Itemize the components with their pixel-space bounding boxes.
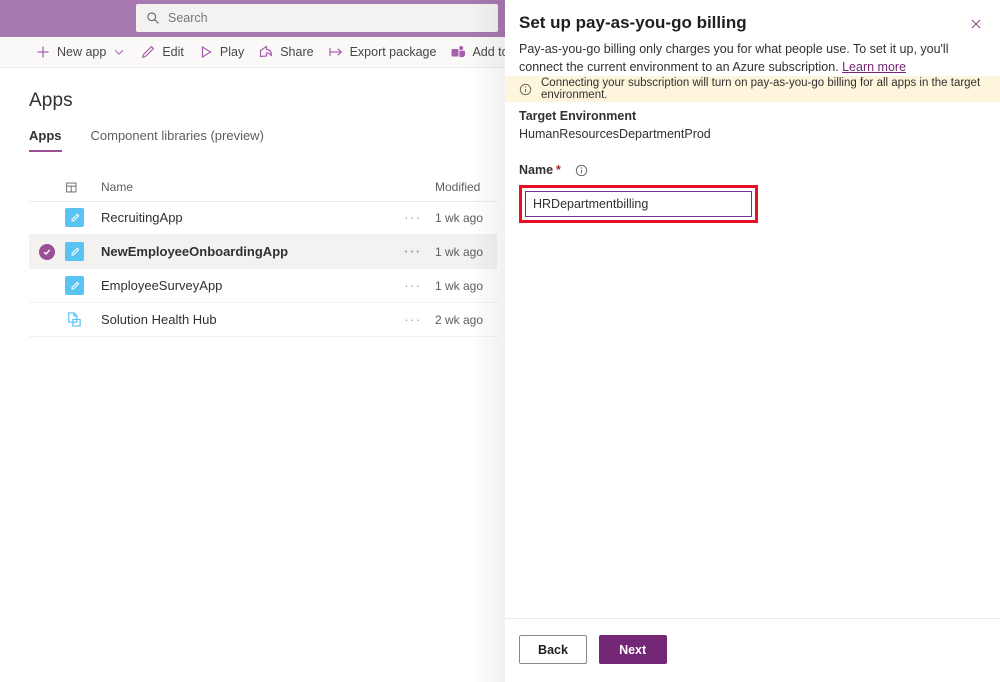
row-name[interactable]: RecruitingApp [95, 210, 391, 225]
export-package-button[interactable]: Export package [321, 37, 444, 67]
row-overflow-menu[interactable]: ··· [391, 210, 435, 225]
column-header-name[interactable]: Name [95, 180, 391, 194]
table-row[interactable]: EmployeeSurveyApp ··· 1 wk ago [29, 269, 497, 303]
row-overflow-menu[interactable]: ··· [391, 244, 435, 259]
next-button[interactable]: Next [599, 635, 667, 664]
name-field-highlight-annotation [519, 185, 758, 223]
row-modified: 1 wk ago [435, 279, 497, 293]
check-circle-icon [39, 244, 55, 260]
apps-list: RecruitingApp ··· 1 wk ago NewEmployeeOn… [29, 201, 497, 337]
new-app-label: New app [57, 45, 106, 59]
panel-form: Target Environment HumanResourcesDepartm… [505, 102, 1000, 618]
pencil-icon [140, 44, 156, 60]
add-to-teams-label: Add to Teams [472, 45, 505, 59]
new-app-button[interactable]: New app [28, 37, 133, 67]
canvas-app-icon [65, 208, 84, 227]
model-app-icon [65, 310, 84, 329]
row-modified: 1 wk ago [435, 211, 497, 225]
export-package-label: Export package [350, 45, 437, 59]
power-apps-maker-portal: New app Edit Play Share [0, 0, 505, 682]
target-environment-label: Target Environment [519, 109, 986, 123]
share-button[interactable]: Share [251, 37, 320, 67]
edit-button[interactable]: Edit [133, 37, 191, 67]
column-header-modified[interactable]: Modified [435, 180, 497, 194]
table-icon [65, 181, 95, 194]
global-search-box[interactable] [136, 4, 498, 32]
table-row[interactable]: NewEmployeeOnboardingApp ··· 1 wk ago [29, 235, 497, 269]
panel-header: Set up pay-as-you-go billing Pay-as-you-… [505, 0, 1000, 76]
teams-icon [450, 44, 466, 60]
apps-command-toolbar: New app Edit Play Share [0, 37, 505, 68]
close-icon[interactable] [964, 12, 988, 36]
canvas-app-icon [65, 242, 84, 261]
row-select-checkbox[interactable] [29, 244, 65, 260]
back-button[interactable]: Back [519, 635, 587, 664]
row-name[interactable]: EmployeeSurveyApp [95, 278, 391, 293]
tab-apps-label: Apps [29, 128, 62, 143]
play-icon [198, 44, 214, 60]
panel-footer: Back Next [505, 618, 1000, 682]
panel-description: Pay-as-you-go billing only charges you f… [519, 40, 989, 76]
info-icon[interactable] [575, 164, 588, 177]
row-icon [65, 276, 95, 295]
row-name[interactable]: NewEmployeeOnboardingApp [95, 244, 391, 259]
tab-apps[interactable]: Apps [29, 128, 62, 152]
required-marker: * [556, 163, 561, 177]
row-modified: 1 wk ago [435, 245, 497, 259]
row-icon [65, 208, 95, 227]
pivot-tabs: Apps Component libraries (preview) [29, 128, 293, 152]
tab-component-libraries[interactable]: Component libraries (preview) [91, 128, 264, 152]
search-input[interactable] [168, 11, 468, 25]
row-modified: 2 wk ago [435, 313, 497, 327]
apps-list-header: Name Modified [29, 173, 497, 202]
add-to-teams-button[interactable]: Add to Teams [443, 37, 505, 67]
row-overflow-menu[interactable]: ··· [391, 312, 435, 327]
play-label: Play [220, 45, 244, 59]
share-icon [258, 44, 274, 60]
row-icon [65, 242, 95, 261]
export-icon [328, 44, 344, 60]
table-row[interactable]: RecruitingApp ··· 1 wk ago [29, 201, 497, 235]
name-input[interactable] [525, 191, 752, 217]
pay-as-you-go-setup-panel: Set up pay-as-you-go billing Pay-as-you-… [505, 0, 1000, 682]
page-title: Apps [29, 90, 73, 112]
row-name[interactable]: Solution Health Hub [95, 312, 391, 327]
info-message-text: Connecting your subscription will turn o… [541, 77, 1000, 101]
canvas-app-icon [65, 276, 84, 295]
learn-more-link[interactable]: Learn more [842, 60, 906, 74]
play-button[interactable]: Play [191, 37, 251, 67]
name-field-label-row: Name * [519, 163, 986, 177]
table-row[interactable]: Solution Health Hub ··· 2 wk ago [29, 303, 497, 337]
row-icon [65, 310, 95, 329]
target-environment-value: HumanResourcesDepartmentProd [519, 127, 986, 141]
tab-component-libraries-label: Component libraries (preview) [91, 128, 264, 143]
share-label: Share [280, 45, 313, 59]
info-icon [519, 83, 532, 96]
plus-icon [35, 44, 51, 60]
row-overflow-menu[interactable]: ··· [391, 278, 435, 293]
panel-title: Set up pay-as-you-go billing [519, 12, 980, 34]
name-label: Name [519, 163, 553, 177]
info-message-bar: Connecting your subscription will turn o… [505, 76, 1000, 102]
search-icon [146, 11, 160, 25]
chevron-down-icon[interactable] [112, 45, 126, 59]
top-command-bar [0, 0, 505, 37]
apps-page: Apps Apps Component libraries (preview) … [0, 68, 505, 682]
edit-label: Edit [162, 45, 184, 59]
